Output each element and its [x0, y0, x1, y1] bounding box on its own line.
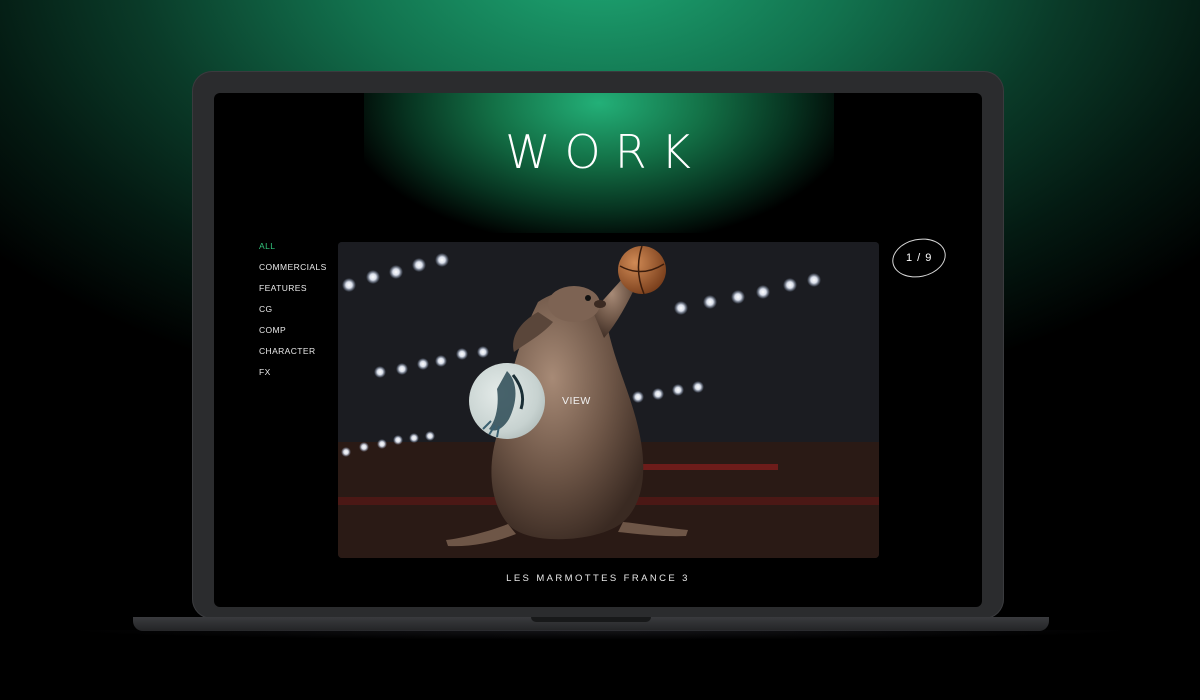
- nav-item-character[interactable]: CHARACTER: [259, 341, 327, 362]
- slide-counter-text: 1 / 9: [905, 252, 933, 264]
- laptop-base: [133, 617, 1049, 631]
- project-caption[interactable]: LES MARMOTTES FRANCE 3: [214, 573, 982, 584]
- slide-counter: 1 / 9: [888, 233, 950, 283]
- view-project-thumbnail[interactable]: [469, 363, 545, 439]
- project-hero-image[interactable]: VIEW: [338, 242, 879, 558]
- floor-shadow: [60, 630, 1140, 640]
- category-nav: ALL COMMERCIALS FEATURES CG COMP CHARACT…: [259, 236, 327, 383]
- view-label[interactable]: VIEW: [562, 395, 591, 407]
- laptop-notch: [531, 617, 651, 622]
- laptop-frame: WORK ALL COMMERCIALS FEATURES CG COMP CH…: [192, 71, 1004, 619]
- nav-item-comp[interactable]: COMP: [259, 320, 327, 341]
- marmot-basketball-image: [338, 242, 879, 558]
- laptop-screen: WORK ALL COMMERCIALS FEATURES CG COMP CH…: [214, 93, 982, 607]
- nav-item-features[interactable]: FEATURES: [259, 278, 327, 299]
- nav-item-fx[interactable]: FX: [259, 362, 327, 383]
- page-title: WORK: [505, 125, 705, 179]
- nav-item-all[interactable]: ALL: [259, 236, 327, 257]
- thumbnail-image: [482, 371, 525, 438]
- nav-item-commercials[interactable]: COMMERCIALS: [259, 257, 327, 278]
- nav-item-cg[interactable]: CG: [259, 299, 327, 320]
